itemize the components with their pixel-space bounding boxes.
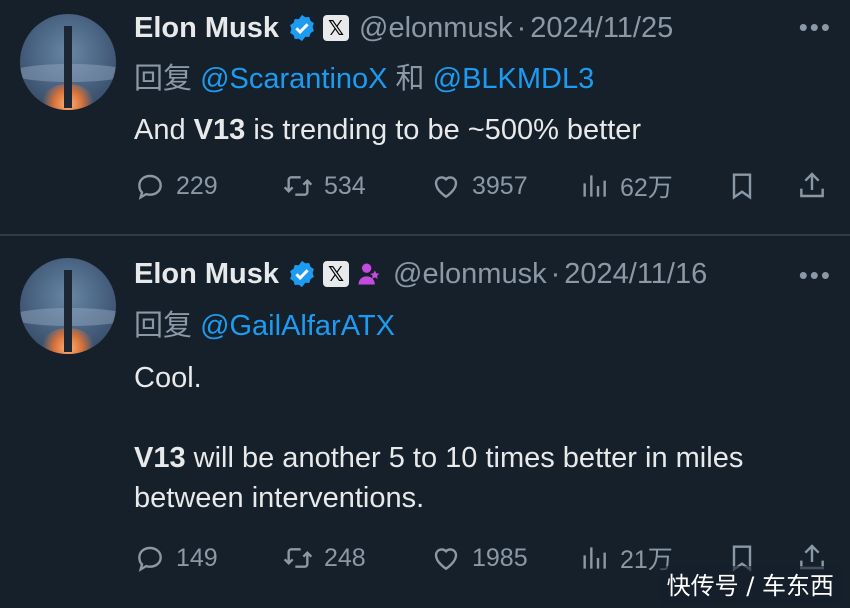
avatar-tower: [64, 270, 72, 352]
like-count: 1985: [472, 543, 528, 572]
bookmark-button[interactable]: [726, 166, 768, 206]
retweet-count: 534: [324, 171, 366, 200]
reply-prefix: 回复: [134, 310, 201, 342]
views-icon: [583, 547, 606, 569]
share-icon: [800, 172, 824, 198]
views-button[interactable]: 62万: [578, 166, 673, 206]
reply-icon: [138, 546, 162, 572]
author-handle[interactable]: @elonmusk: [359, 12, 513, 45]
avatar-tower: [64, 26, 72, 108]
watermark: 快传号 / 车东西: [658, 566, 842, 606]
tweet-2[interactable]: Elon Musk 𝕏 @elonmusk · 2024/11/16 ••• 回…: [0, 236, 850, 608]
tweet-text-post: is trending to be ~500% better: [245, 114, 642, 146]
retweet-count: 248: [324, 543, 366, 572]
author-name[interactable]: Elon Musk: [134, 12, 279, 45]
x-badge-icon: 𝕏: [323, 261, 350, 287]
share-button[interactable]: [796, 166, 838, 206]
like-button[interactable]: 3957: [430, 166, 528, 206]
tweet-text-line2: V13 will be another 5 to 10 times better…: [134, 438, 834, 518]
more-icon[interactable]: •••: [799, 12, 832, 43]
tweet-header: Elon Musk 𝕏 @elonmusk · 2024/11/25: [134, 8, 673, 48]
person-badge-icon: [358, 263, 380, 285]
action-bar: 229 534 3957 62万: [134, 166, 834, 206]
tweet-text-bold: V13: [193, 114, 246, 146]
like-count: 3957: [472, 171, 528, 200]
reply-icon: [138, 174, 162, 200]
more-icon[interactable]: •••: [799, 260, 832, 291]
tweet-text-bold: V13: [134, 442, 186, 474]
views-count: 62万: [620, 174, 673, 202]
avatar[interactable]: [20, 258, 116, 354]
retweet-button[interactable]: 534: [282, 166, 366, 206]
author-handle[interactable]: @elonmusk: [393, 258, 547, 291]
reply-button[interactable]: 149: [134, 538, 218, 578]
x-badge-icon: 𝕏: [323, 15, 350, 41]
reply-count: 149: [176, 543, 218, 572]
tweet-text: Cool. V13 will be another 5 to 10 times …: [134, 358, 834, 518]
reply-join: 和: [387, 63, 433, 95]
tweet-text-pre: And: [134, 114, 194, 146]
avatar[interactable]: [20, 14, 116, 110]
like-button[interactable]: 1985: [430, 538, 528, 578]
retweet-icon: [283, 548, 313, 568]
author-name[interactable]: Elon Musk: [134, 258, 279, 291]
verified-icon: [290, 260, 314, 288]
like-icon: [434, 548, 458, 571]
views-icon: [583, 175, 606, 197]
reply-mention-2[interactable]: @BLKMDL3: [433, 63, 595, 95]
reply-context: 回复 @ScarantinoX 和 @BLKMDL3: [134, 55, 594, 97]
tweet-text-post: will be another 5 to 10 times better in …: [134, 442, 744, 514]
like-icon: [434, 176, 458, 199]
tweet-1[interactable]: Elon Musk 𝕏 @elonmusk · 2024/11/25 ••• 回…: [0, 0, 850, 234]
tweet-text-line1: Cool.: [134, 362, 202, 394]
reply-button[interactable]: 229: [134, 166, 218, 206]
tweet-header: Elon Musk 𝕏 @elonmusk · 2024/11/16: [134, 254, 707, 294]
tweet-date[interactable]: 2024/11/25: [530, 12, 673, 45]
tweet-text: And V13 is trending to be ~500% better: [134, 110, 834, 150]
separator: ·: [550, 257, 561, 290]
reply-mention-1[interactable]: @GailAlfarATX: [200, 310, 395, 342]
reply-context: 回复 @GailAlfarATX: [134, 302, 395, 344]
verified-icon: [290, 14, 314, 42]
separator: ·: [516, 11, 527, 44]
reply-count: 229: [176, 171, 218, 200]
tweet-date[interactable]: 2024/11/16: [564, 258, 707, 291]
reply-prefix: 回复: [134, 63, 201, 95]
retweet-icon: [283, 176, 313, 196]
reply-mention-1[interactable]: @ScarantinoX: [200, 63, 387, 95]
bookmark-icon: [732, 173, 752, 200]
retweet-button[interactable]: 248: [282, 538, 366, 578]
